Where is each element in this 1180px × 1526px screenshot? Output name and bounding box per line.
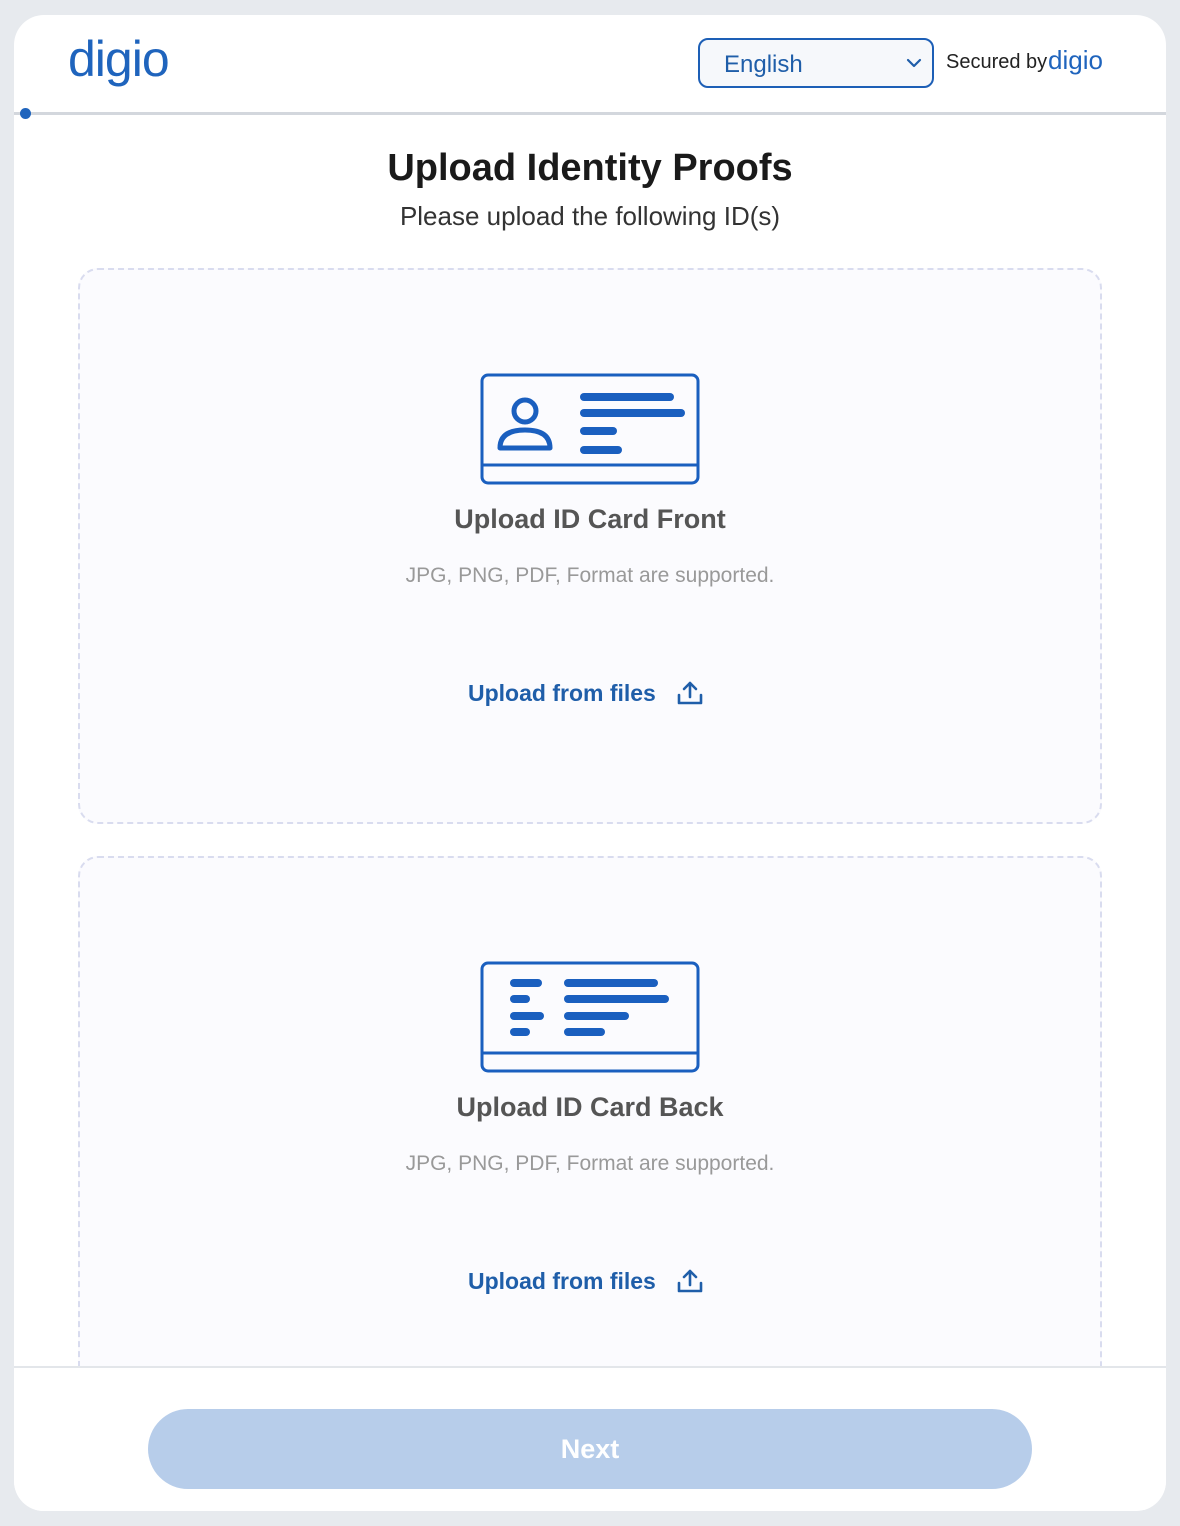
page-subtitle: Please upload the following ID(s)	[399, 201, 781, 231]
upload-from-files-front-button[interactable]: Upload from files	[468, 676, 704, 710]
secured-by-label: Secured by	[946, 51, 1048, 73]
progress-bar	[14, 108, 1166, 119]
upload-box-id-back[interactable]: Upload ID Card Back JPG, PNG, PDF, Forma…	[78, 856, 1102, 1366]
language-selected-value: English	[724, 51, 803, 78]
id-card-front-icon	[480, 373, 700, 485]
main-card: digio English Secured by digio Upload Id…	[14, 15, 1166, 1511]
upload-hint-front: JPG, PNG, PDF, Format are supported.	[405, 564, 775, 587]
language-select[interactable]: English	[698, 38, 934, 88]
upload-from-files-back-button[interactable]: Upload from files	[468, 1264, 704, 1298]
upload-icon	[677, 681, 703, 705]
upload-box-id-front[interactable]: Upload ID Card Front JPG, PNG, PDF, Form…	[78, 268, 1102, 824]
upload-list[interactable]: Upload ID Card Front JPG, PNG, PDF, Form…	[14, 265, 1166, 1366]
upload-title-back: Upload ID Card Back	[456, 1092, 724, 1122]
next-button[interactable]: Next	[148, 1409, 1032, 1489]
chevron-down-icon	[906, 58, 922, 68]
brand-logo: digio	[68, 31, 170, 87]
footer: Next	[14, 1366, 1166, 1511]
upload-link-label: Upload from files	[468, 679, 656, 706]
upload-hint-back: JPG, PNG, PDF, Format are supported.	[405, 1152, 775, 1175]
page-title: Upload Identity Proofs	[387, 147, 793, 189]
secured-by-logo: digio	[1048, 45, 1103, 75]
header: digio English Secured by digio	[14, 15, 1166, 112]
id-card-back-icon	[480, 961, 700, 1073]
upload-icon	[677, 1269, 703, 1293]
upload-link-label: Upload from files	[468, 1267, 656, 1294]
upload-title-front: Upload ID Card Front	[454, 504, 726, 534]
progress-indicator-dot	[20, 108, 31, 119]
